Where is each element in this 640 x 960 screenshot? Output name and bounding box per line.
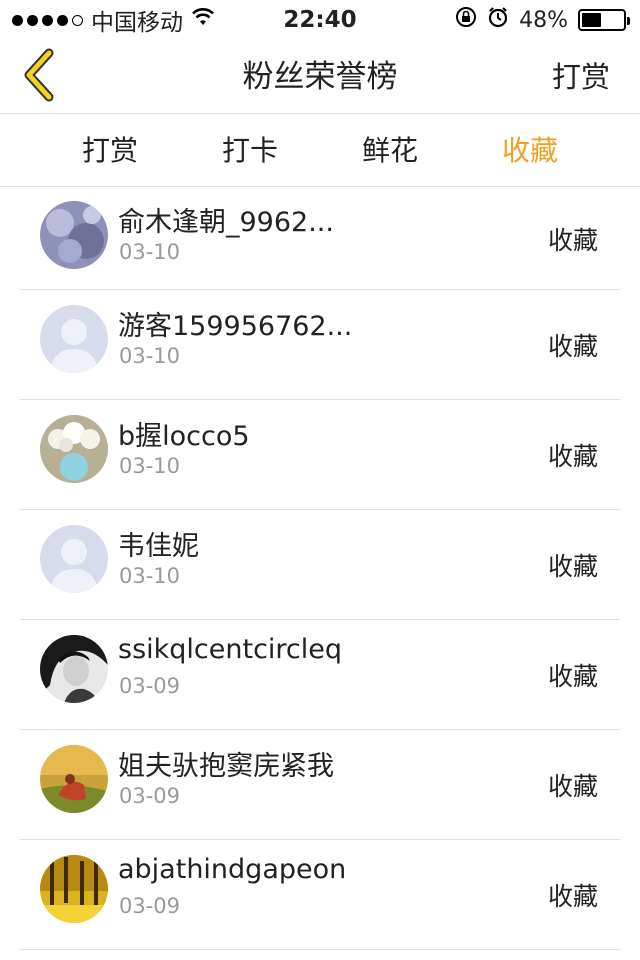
entry-action: 收藏 (547, 551, 598, 581)
avatar (40, 201, 108, 269)
entry-name: abjathindgapeon (118, 854, 347, 885)
entry-action: 收藏 (547, 441, 598, 471)
entry-name: 游客159956762... (118, 311, 353, 342)
entry-date: 03-09 (119, 674, 181, 698)
battery-icon (578, 9, 630, 31)
list-item[interactable]: 俞木逢朝_9962... 03-10 收藏 (20, 188, 620, 290)
avatar (40, 745, 108, 813)
entry-name: 姐夫驮抱窦庑紧我 (118, 751, 334, 782)
entry-action: 收藏 (547, 331, 598, 361)
list-item[interactable]: abjathindgapeon 03-09 收藏 (20, 840, 620, 950)
status-bar: 中国移动 22:40 48% (0, 0, 640, 40)
entry-name: ssikqlcentcircleq (118, 634, 343, 665)
nav-bar: 粉丝荣誉榜 打赏 (0, 40, 640, 114)
avatar (40, 855, 108, 923)
list-item[interactable]: b握locco5 03-10 收藏 (20, 400, 620, 510)
battery-percent: 48% (519, 7, 568, 33)
entry-date: 03-10 (119, 454, 181, 478)
list-item[interactable]: ssikqlcentcircleq 03-09 收藏 (20, 620, 620, 730)
list-item[interactable]: 游客159956762... 03-10 收藏 (20, 290, 620, 400)
default-avatar-icon (40, 525, 108, 593)
list-item[interactable]: 韦佳妮 03-10 收藏 (20, 510, 620, 620)
entry-action: 收藏 (547, 661, 598, 691)
entry-date: 03-10 (119, 344, 181, 368)
entry-action: 收藏 (547, 225, 598, 255)
fan-list: 俞木逢朝_9962... 03-10 收藏 游客159956762... 03-… (20, 188, 620, 950)
entry-name: 俞木逢朝_9962... (118, 207, 334, 238)
tab-flowers[interactable]: 鲜花 (320, 115, 460, 187)
entry-date: 03-10 (119, 240, 181, 264)
entry-action: 收藏 (547, 771, 598, 801)
status-right: 48% (455, 0, 630, 40)
rotation-lock-icon (455, 6, 477, 34)
avatar (40, 635, 108, 703)
entry-name: 韦佳妮 (118, 531, 199, 562)
list-item[interactable]: 姐夫驮抱窦庑紧我 03-09 收藏 (20, 730, 620, 840)
alarm-icon (487, 6, 509, 34)
battery-level-fill (582, 13, 602, 27)
page-title: 粉丝荣誉榜 (242, 59, 398, 95)
entry-name: b握locco5 (118, 421, 250, 452)
tab-checkin[interactable]: 打卡 (180, 115, 320, 187)
tab-favorites[interactable]: 收藏 (460, 115, 600, 187)
tab-bar: 打赏 打卡 鲜花 收藏 (0, 115, 640, 187)
default-avatar-icon (40, 305, 108, 373)
entry-date: 03-10 (119, 564, 181, 588)
entry-date: 03-09 (119, 784, 181, 808)
avatar (40, 415, 108, 483)
tab-reward[interactable]: 打赏 (40, 115, 180, 187)
entry-action: 收藏 (547, 881, 598, 911)
reward-button[interactable]: 打赏 (552, 40, 610, 114)
entry-date: 03-09 (119, 894, 181, 918)
